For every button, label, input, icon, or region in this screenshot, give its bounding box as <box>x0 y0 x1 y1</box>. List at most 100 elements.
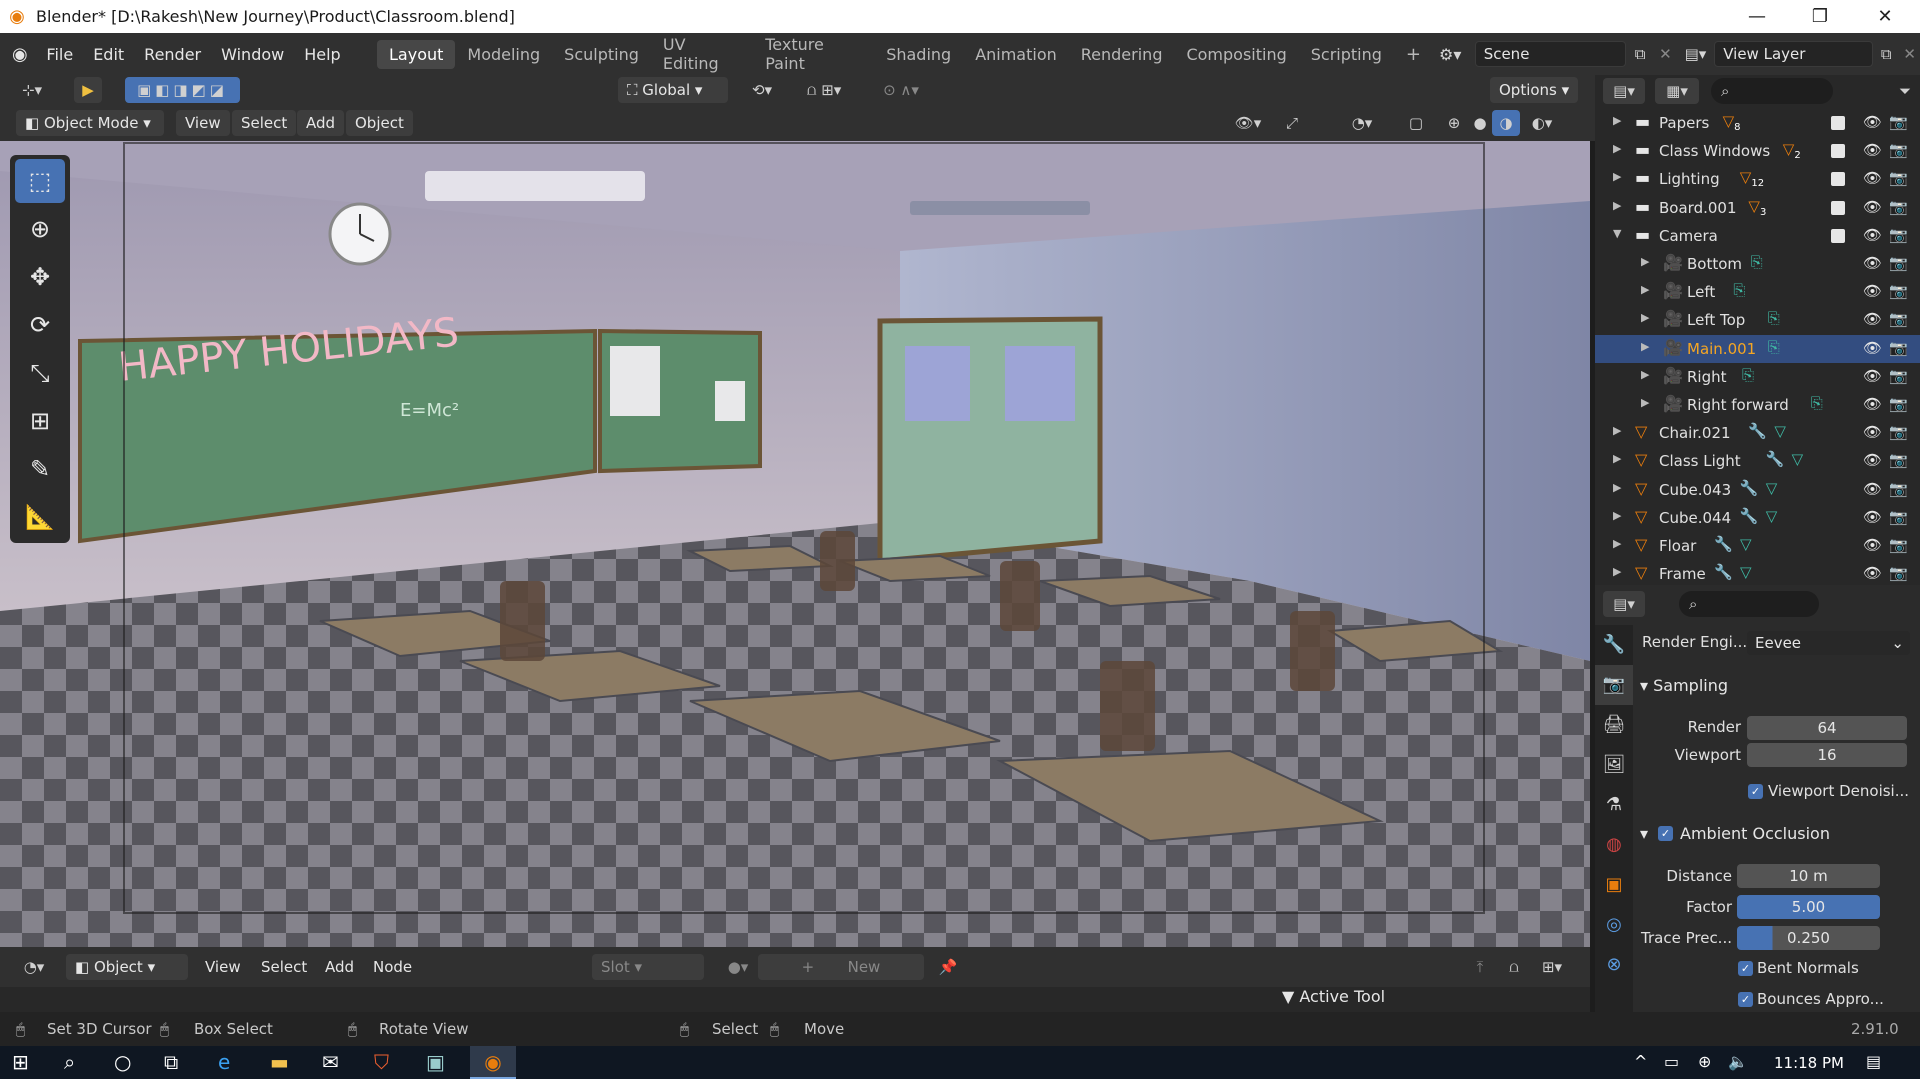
visibility-eye-icon[interactable]: 👁 <box>1863 367 1882 385</box>
render-camera-icon[interactable]: 📷 <box>1889 169 1908 187</box>
visibility-eye-icon[interactable]: 👁 <box>1863 480 1882 498</box>
visibility-eye-icon[interactable]: 👁 <box>1863 169 1882 187</box>
tab-animation[interactable]: Animation <box>963 40 1069 69</box>
expand-arrow-icon[interactable]: ▶ <box>1613 481 1621 494</box>
new-scene-icon[interactable]: ⧉ <box>1626 45 1654 63</box>
minimize-button[interactable]: — <box>1729 0 1785 33</box>
battery-icon[interactable]: ▭ <box>1664 1052 1679 1071</box>
blender-taskbar-icon[interactable]: ◉ <box>470 1046 516 1079</box>
outliner-row[interactable]: ▶ ▬ Board.001 ▽3 👁 📷 <box>1595 194 1920 222</box>
solid-shading-icon[interactable]: ● <box>1466 110 1494 136</box>
mesh-data-icon[interactable]: ▽ <box>1740 563 1752 581</box>
expand-arrow-icon[interactable]: ▶ <box>1641 368 1649 381</box>
expand-arrow-icon[interactable]: ▶ <box>1613 114 1621 127</box>
delete-scene-icon[interactable]: ✕ <box>1654 45 1677 63</box>
expand-arrow-icon[interactable]: ▼ <box>1613 227 1621 240</box>
expand-arrow-icon[interactable]: ▶ <box>1613 565 1621 578</box>
maximize-button[interactable]: ❐ <box>1792 0 1848 33</box>
scale-tool-icon[interactable]: ⤡ <box>15 351 65 395</box>
visibility-eye-icon[interactable]: 👁 <box>1863 451 1882 469</box>
task-view-icon[interactable]: ⧉ <box>164 1050 178 1074</box>
trace-precision-field[interactable]: 0.250 <box>1737 926 1880 950</box>
outliner-row[interactable]: ▶ 🎥 Main.001 ⎘ 👁 📷 <box>1595 334 1920 363</box>
delete-view-layer-icon[interactable]: ✕ <box>1899 45 1920 63</box>
transform-tool-icon[interactable]: ⊞ <box>15 399 65 443</box>
filter-icon[interactable]: ⏷ <box>1891 78 1919 104</box>
visibility-eye-icon[interactable]: 👁 <box>1863 282 1882 300</box>
render-camera-icon[interactable]: 📷 <box>1889 226 1908 244</box>
mesh-data-icon[interactable]: ▽ <box>1792 450 1804 468</box>
tab-modeling[interactable]: Modeling <box>455 40 552 69</box>
expand-arrow-icon[interactable]: ▶ <box>1641 340 1649 353</box>
visibility-eye-icon[interactable]: 👁 <box>1863 508 1882 526</box>
view-menu[interactable]: View <box>176 110 230 136</box>
expand-arrow-icon[interactable]: ▶ <box>1613 509 1621 522</box>
active-tool-panel[interactable]: ▼ Active Tool <box>1282 987 1385 1006</box>
view-layer-tab-icon[interactable]: 🖼 <box>1595 745 1633 785</box>
render-camera-icon[interactable]: 📷 <box>1889 113 1908 131</box>
cursor-tool-icon[interactable]: ⊕ <box>15 207 65 251</box>
scene-tab-icon[interactable]: ⚗ <box>1595 785 1633 825</box>
tab-compositing[interactable]: Compositing <box>1174 40 1298 69</box>
view-layer-field[interactable]: View Layer <box>1714 41 1874 67</box>
add-menu[interactable]: Add <box>297 110 345 136</box>
factor-field[interactable]: 5.00 <box>1737 895 1880 919</box>
editor-type-icon[interactable]: ⊹▾ <box>18 77 46 103</box>
shader-editor-type-icon[interactable]: ◔▾ <box>14 954 54 980</box>
tab-sculpting[interactable]: Sculpting <box>552 40 651 69</box>
bounces-approx-checkbox[interactable]: ✓ <box>1738 992 1753 1007</box>
visibility-eye-icon[interactable]: 👁 <box>1863 226 1882 244</box>
render-camera-icon[interactable]: 📷 <box>1889 367 1908 385</box>
expand-arrow-icon[interactable]: ▶ <box>1613 424 1621 437</box>
viewport-samples-field[interactable]: 16 <box>1747 743 1907 767</box>
outliner-row[interactable]: ▶ ▽ Class Light 🔧 ▽ 👁 📷 <box>1595 447 1920 475</box>
exclude-checkbox[interactable] <box>1831 144 1845 159</box>
close-button[interactable]: ✕ <box>1857 0 1913 33</box>
visibility-eye-icon[interactable]: 👁 <box>1863 198 1882 216</box>
options-dropdown[interactable]: Options ▾ <box>1490 77 1579 103</box>
visibility-icon[interactable]: 👁▾ <box>1226 110 1270 136</box>
render-camera-icon[interactable]: 📷 <box>1889 282 1908 300</box>
outliner-row[interactable]: ▶ 🎥 Left ⎘ 👁 📷 <box>1595 278 1920 306</box>
expand-arrow-icon[interactable]: ▶ <box>1613 452 1621 465</box>
visibility-eye-icon[interactable]: 👁 <box>1863 564 1882 582</box>
rotate-tool-icon[interactable]: ⟳ <box>15 303 65 347</box>
exclude-checkbox[interactable] <box>1831 200 1845 215</box>
visibility-eye-icon[interactable]: 👁 <box>1863 141 1882 159</box>
mesh-data-icon[interactable]: ▽ <box>1740 535 1752 553</box>
render-camera-icon[interactable]: 📷 <box>1889 395 1908 413</box>
visibility-eye-icon[interactable]: 👁 <box>1863 536 1882 554</box>
outliner-row[interactable]: ▶ 🎥 Right ⎘ 👁 📷 <box>1595 363 1920 391</box>
outliner-row[interactable]: ▶ ▬ Papers ▽8 👁 📷 <box>1595 109 1920 137</box>
camera-data-icon[interactable]: ⎘ <box>1811 394 1823 412</box>
blender-menu-icon[interactable]: ◉ <box>12 44 36 65</box>
expand-arrow-icon[interactable]: ▶ <box>1613 142 1621 155</box>
edge-icon[interactable]: e <box>218 1050 230 1074</box>
ambient-occlusion-panel-header[interactable]: ▾ <box>1640 824 1648 843</box>
render-camera-icon[interactable]: 📷 <box>1889 536 1908 554</box>
sampling-panel-header[interactable]: ▾ Sampling <box>1640 676 1728 695</box>
modifier-wrench-icon[interactable]: 🔧 <box>1740 479 1759 497</box>
render-camera-icon[interactable]: 📷 <box>1889 310 1908 328</box>
move-tool-icon[interactable]: ✥ <box>15 255 65 299</box>
render-camera-icon[interactable]: 📷 <box>1889 451 1908 469</box>
menu-file[interactable]: File <box>36 45 83 64</box>
menu-window[interactable]: Window <box>211 45 294 64</box>
ambient-occlusion-checkbox[interactable]: ✓ <box>1658 826 1673 841</box>
proportional-editing-icon[interactable]: ⊙ ∧▾ <box>866 77 936 103</box>
tab-texture-paint[interactable]: Texture Paint <box>753 30 874 78</box>
add-workspace-icon[interactable]: + <box>1394 39 1433 70</box>
render-camera-icon[interactable]: 📷 <box>1889 339 1908 357</box>
shader-snap-icon[interactable]: ⩍ <box>1500 954 1528 980</box>
menu-render[interactable]: Render <box>134 45 211 64</box>
expand-arrow-icon[interactable]: ▶ <box>1613 537 1621 550</box>
camera-data-icon[interactable]: ⎘ <box>1751 253 1763 271</box>
exclude-checkbox[interactable] <box>1831 228 1845 243</box>
properties-search-input[interactable]: ⌕ <box>1679 591 1819 617</box>
object-tab-icon[interactable]: ▣ <box>1595 865 1633 905</box>
outliner-row[interactable]: ▶ ▽ Floar 🔧 ▽ 👁 📷 <box>1595 532 1920 560</box>
bent-normals-checkbox[interactable]: ✓ <box>1738 961 1753 976</box>
render-camera-icon[interactable]: 📷 <box>1889 508 1908 526</box>
wireframe-shading-icon[interactable]: ⊕ <box>1440 110 1468 136</box>
transform-orientation-dropdown[interactable]: ⛶ Global ▾ <box>618 77 728 103</box>
